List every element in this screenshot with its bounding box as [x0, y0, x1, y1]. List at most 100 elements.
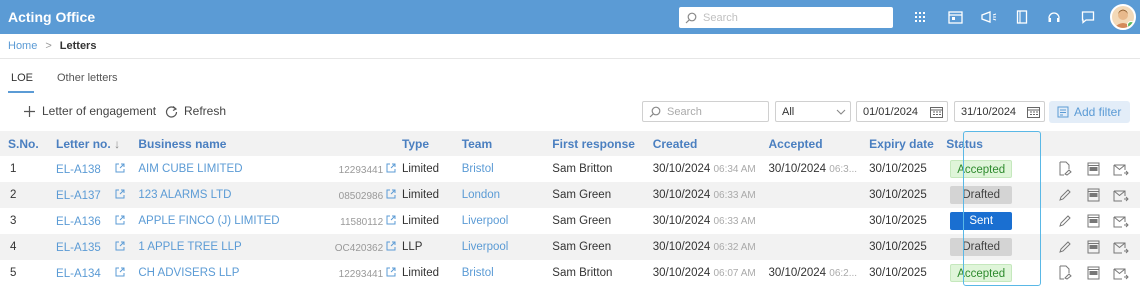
- breadcrumb-home[interactable]: Home: [8, 40, 37, 52]
- megaphone-icon[interactable]: [980, 8, 998, 26]
- letter-no-link[interactable]: EL-A136: [56, 216, 101, 228]
- pdf-icon[interactable]: [1084, 212, 1102, 230]
- table-search-placeholder: Search: [667, 105, 702, 118]
- send-mail-icon[interactable]: [1112, 213, 1130, 231]
- calendar-icon[interactable]: [946, 8, 964, 26]
- table-row[interactable]: 1 EL-A138 AIM CUBE LIMITED 12293441 Limited…: [0, 156, 1140, 182]
- open-letter-icon[interactable]: [115, 241, 125, 254]
- cell-expiry-date: 30/10/2025: [869, 163, 927, 175]
- company-reg-number-text: 11580112: [340, 216, 384, 228]
- created-time: 06:32 AM: [713, 242, 756, 253]
- table-row[interactable]: 5 EL-A134 CH ADVISERS LLP 12293441 Limited B…: [0, 260, 1140, 286]
- add-filter-button[interactable]: Add filter: [1049, 101, 1130, 123]
- cell-first-response: Sam Green: [552, 189, 612, 201]
- letter-no-link[interactable]: EL-A137: [56, 190, 101, 202]
- open-letter-icon[interactable]: [115, 189, 125, 202]
- created-date: 30/10/2024: [652, 189, 711, 201]
- table-header-row: S.No. Letter no. ↓ Business name Type Te…: [0, 131, 1140, 156]
- pdf-icon[interactable]: [1084, 160, 1102, 178]
- date-to-value: 31/10/2024: [961, 105, 1017, 118]
- send-mail-icon[interactable]: [1112, 265, 1130, 283]
- calendar-icon: [1027, 106, 1040, 118]
- letter-no-link[interactable]: EL-A134: [56, 268, 101, 280]
- filter-select[interactable]: All: [775, 101, 851, 122]
- open-letter-icon[interactable]: [115, 267, 125, 280]
- cell-sno: 2: [10, 189, 17, 201]
- team-link[interactable]: Bristol: [462, 267, 494, 279]
- refresh-label: Refresh: [184, 104, 227, 118]
- col-type[interactable]: Type: [402, 131, 462, 156]
- pdf-icon[interactable]: [1084, 238, 1102, 256]
- col-status[interactable]: Status: [944, 131, 1036, 156]
- pencil-icon[interactable]: [1056, 238, 1074, 256]
- company-reg-number[interactable]: 12293441: [339, 163, 402, 176]
- business-name-link[interactable]: 123 ALARMS LTD: [138, 189, 231, 201]
- headset-icon[interactable]: [1045, 8, 1063, 26]
- created-time: 06:33 AM: [713, 216, 756, 227]
- pencil-icon[interactable]: [1056, 212, 1074, 230]
- col-business-name[interactable]: Business name: [138, 131, 402, 156]
- cell-sno: 1: [10, 163, 17, 175]
- date-to-input[interactable]: 31/10/2024: [954, 101, 1045, 122]
- col-first-response[interactable]: First response: [552, 131, 652, 156]
- file-signature-icon[interactable]: [1056, 263, 1074, 281]
- company-reg-number[interactable]: 11580112: [340, 215, 402, 228]
- team-link[interactable]: Liverpool: [462, 215, 509, 227]
- add-letter-of-engagement-button[interactable]: Letter of engagement: [23, 104, 156, 118]
- global-search-input[interactable]: Search: [679, 7, 893, 28]
- col-expiry-date[interactable]: Expiry date: [869, 131, 944, 156]
- col-letter-no-label: Letter no.: [56, 136, 111, 151]
- file-signature-icon[interactable]: [1056, 159, 1074, 177]
- grid-icon[interactable]: [911, 8, 929, 26]
- company-reg-number[interactable]: 12293441: [339, 267, 402, 280]
- table-search-input[interactable]: Search: [642, 101, 769, 122]
- created-date: 30/10/2024: [652, 241, 711, 253]
- refresh-button[interactable]: Refresh: [165, 104, 226, 118]
- company-reg-number-text: 08502986: [338, 190, 384, 202]
- calendar-icon: [930, 106, 943, 118]
- cell-type: LLP: [401, 241, 423, 253]
- user-avatar[interactable]: [1110, 4, 1136, 30]
- team-link[interactable]: Liverpool: [462, 241, 509, 253]
- chat-icon[interactable]: [1079, 8, 1097, 26]
- chevron-down-icon: [836, 109, 846, 115]
- pdf-icon[interactable]: [1084, 186, 1102, 204]
- open-letter-icon[interactable]: [115, 163, 125, 176]
- company-reg-number[interactable]: OC420362: [335, 241, 402, 254]
- accepted-date: 30/10/2024: [768, 267, 827, 279]
- business-name-link[interactable]: AIM CUBE LIMITED: [138, 163, 242, 175]
- letter-no-link[interactable]: EL-A138: [56, 164, 101, 176]
- company-reg-number-text: 12293441: [338, 164, 384, 176]
- date-from-input[interactable]: 01/01/2024: [856, 101, 948, 122]
- table-row[interactable]: 4 EL-A135 1 APPLE TREE LLP OC420362 LLP Live…: [0, 234, 1140, 260]
- send-mail-icon[interactable]: [1112, 161, 1130, 179]
- created-time: 06:07 AM: [713, 268, 756, 279]
- status-badge: Sent: [950, 212, 1013, 230]
- business-name-link[interactable]: 1 APPLE TREE LLP: [138, 241, 241, 253]
- business-name-link[interactable]: APPLE FINCO (J) LIMITED: [138, 215, 279, 227]
- pdf-icon[interactable]: [1084, 264, 1102, 282]
- col-created[interactable]: Created: [653, 131, 769, 156]
- cell-expiry-date: 30/10/2025: [869, 189, 927, 201]
- table-row[interactable]: 3 EL-A136 APPLE FINCO (J) LIMITED 11580112 …: [0, 208, 1140, 234]
- team-link[interactable]: Bristol: [462, 163, 494, 175]
- col-letter-no[interactable]: Letter no. ↓: [56, 131, 138, 156]
- col-accepted[interactable]: Accepted: [769, 131, 870, 156]
- open-letter-icon[interactable]: [115, 215, 125, 228]
- cell-first-response: Sam Britton: [552, 163, 613, 175]
- team-link[interactable]: London: [462, 189, 500, 201]
- status-badge: Drafted: [950, 238, 1013, 256]
- book-icon[interactable]: [1013, 8, 1031, 26]
- business-name-link[interactable]: CH ADVISERS LLP: [138, 267, 239, 279]
- table-row[interactable]: 2 EL-A137 123 ALARMS LTD 08502986 Limited Lo…: [0, 182, 1140, 208]
- tab-other-letters[interactable]: Other letters: [57, 72, 118, 84]
- col-sno[interactable]: S.No.: [0, 131, 56, 156]
- letter-no-link[interactable]: EL-A135: [56, 242, 101, 254]
- send-mail-icon[interactable]: [1112, 187, 1130, 205]
- external-link-icon: [386, 241, 396, 254]
- company-reg-number[interactable]: 08502986: [339, 189, 402, 202]
- tab-loe[interactable]: LOE: [11, 72, 33, 84]
- send-mail-icon[interactable]: [1112, 239, 1130, 257]
- col-team[interactable]: Team: [462, 131, 553, 156]
- pencil-icon[interactable]: [1056, 186, 1074, 204]
